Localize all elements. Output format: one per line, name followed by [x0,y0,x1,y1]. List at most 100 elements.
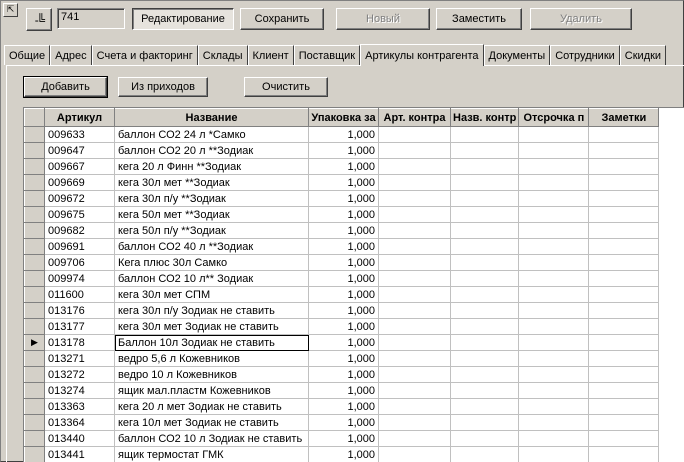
empty-cell[interactable] [450,366,520,383]
table-row[interactable]: 009667 кега 20 л Финн **Зодиак 1,000 [24,158,660,175]
empty-cell[interactable] [450,238,520,255]
article-cell[interactable]: 013271 [44,350,115,367]
name-cell[interactable]: кега 10л мет Зодиак не ставить [114,414,309,431]
table-row[interactable]: 013441 ящик термостат ГМК 1,000 [24,446,660,462]
row-indicator[interactable] [24,190,45,207]
empty-cell[interactable] [518,174,590,191]
pack-cell[interactable]: 1,000 [308,222,379,239]
name-cell[interactable]: кега 30л п/у Зодиак не ставить [114,302,309,319]
article-cell[interactable]: 009667 [44,158,115,175]
empty-cell[interactable] [378,270,451,287]
table-row[interactable]: 009672 кега 30л п/у **Зодиак 1,000 [24,190,660,207]
empty-cell[interactable] [588,286,660,303]
row-indicator[interactable] [24,222,45,239]
empty-cell[interactable] [518,238,590,255]
articles-grid[interactable]: Артикул Название Упаковка за Арт. контра Наз… [23,107,684,462]
pack-cell[interactable]: 1,000 [308,174,379,191]
name-cell[interactable]: кега 50л мет **Зодиак [114,206,309,223]
column-header-1[interactable]: Название [114,108,309,127]
row-indicator[interactable]: ▶ [24,334,45,351]
pack-cell[interactable]: 1,000 [308,334,379,351]
article-cell[interactable]: 013272 [44,366,115,383]
table-row[interactable]: 009682 кега 50л п/у **Зодиак 1,000 [24,222,660,239]
empty-cell[interactable] [450,206,520,223]
empty-cell[interactable] [588,270,660,287]
table-row[interactable]: 011600 кега 30л мет СПМ 1,000 [24,286,660,303]
article-cell[interactable]: 009633 [44,126,115,143]
empty-cell[interactable] [518,254,590,271]
empty-cell[interactable] [378,318,451,335]
name-cell[interactable]: баллон СО2 24 л *Самко [114,126,309,143]
pack-cell[interactable]: 1,000 [308,350,379,367]
pack-cell[interactable]: 1,000 [308,190,379,207]
row-indicator[interactable] [24,254,45,271]
article-cell[interactable]: 009974 [44,270,115,287]
tab-8[interactable]: Сотрудники [550,45,620,65]
empty-cell[interactable] [378,174,451,191]
empty-cell[interactable] [450,254,520,271]
empty-cell[interactable] [588,254,660,271]
empty-cell[interactable] [588,318,660,335]
empty-cell[interactable] [378,126,451,143]
table-row[interactable]: 009706 Кега плюс 30л Самко 1,000 [24,254,660,271]
from-receipts-button[interactable]: Из приходов [118,77,208,97]
pack-cell[interactable]: 1,000 [308,158,379,175]
empty-cell[interactable] [588,174,660,191]
tab-7[interactable]: Документы [483,45,551,65]
name-cell[interactable]: кега 20 л Финн **Зодиак [114,158,309,175]
pack-cell[interactable]: 1,000 [308,366,379,383]
name-cell[interactable]: ведро 5,6 л Кожевников [114,350,309,367]
empty-cell[interactable] [518,190,590,207]
row-indicator[interactable] [24,206,45,223]
empty-cell[interactable] [378,334,451,351]
empty-cell[interactable] [450,142,520,159]
empty-cell[interactable] [378,222,451,239]
pack-cell[interactable]: 1,000 [308,446,379,462]
article-cell[interactable]: 011600 [44,286,115,303]
name-cell[interactable]: баллон СО2 10 л Зодиак не ставить [114,430,309,447]
row-indicator[interactable] [24,126,45,143]
pack-cell[interactable]: 1,000 [308,414,379,431]
row-indicator[interactable] [24,158,45,175]
empty-cell[interactable] [588,414,660,431]
table-row[interactable]: 009974 баллон СО2 10 л** Зодиак 1,000 [24,270,660,287]
row-indicator[interactable] [24,430,45,447]
row-indicator[interactable] [24,238,45,255]
empty-cell[interactable] [450,350,520,367]
table-row[interactable]: 013363 кега 20 л мет Зодиак не ставить 1,0… [24,398,660,415]
row-indicator[interactable] [24,318,45,335]
table-row[interactable]: 009691 баллон СО2 40 л **Зодиак 1,000 [24,238,660,255]
name-cell[interactable]: баллон СО2 20 л **Зодиак [114,142,309,159]
name-cell[interactable]: ящик мал.пластм Кожевников [114,382,309,399]
empty-cell[interactable] [518,302,590,319]
empty-cell[interactable] [450,334,520,351]
empty-cell[interactable] [450,126,520,143]
table-row[interactable]: 013364 кега 10л мет Зодиак не ставить 1,00… [24,414,660,431]
row-indicator[interactable] [24,350,45,367]
table-row[interactable]: ▶ 013178 Баллон 10л Зодиак не ставить 1,000 [24,334,660,351]
table-row[interactable]: 009675 кега 50л мет **Зодиак 1,000 [24,206,660,223]
empty-cell[interactable] [588,430,660,447]
save-button[interactable]: Сохранить [240,8,324,30]
tab-9[interactable]: Скидки [619,45,667,65]
name-cell[interactable]: ящик термостат ГМК [114,446,309,462]
empty-cell[interactable] [588,350,660,367]
name-cell[interactable]: кега 30л п/у **Зодиак [114,190,309,207]
table-row[interactable]: 009669 кега 30л мет **Зодиак 1,000 [24,174,660,191]
tab-2[interactable]: Счета и факторинг [91,45,198,65]
article-cell[interactable]: 013274 [44,382,115,399]
column-header-5[interactable]: Отсрочка п [518,108,590,127]
clear-button[interactable]: Очистить [244,77,328,97]
empty-cell[interactable] [378,430,451,447]
empty-cell[interactable] [450,222,520,239]
empty-cell[interactable] [450,302,520,319]
article-cell[interactable]: 013364 [44,414,115,431]
name-cell[interactable]: кега 20 л мет Зодиак не ставить [114,398,309,415]
empty-cell[interactable] [518,350,590,367]
empty-cell[interactable] [518,142,590,159]
pack-cell[interactable]: 1,000 [308,382,379,399]
article-cell[interactable]: 009675 [44,206,115,223]
pin-button[interactable]: -╚ [26,8,52,31]
delete-button[interactable]: Удалить [530,8,632,30]
article-cell[interactable]: 009672 [44,190,115,207]
